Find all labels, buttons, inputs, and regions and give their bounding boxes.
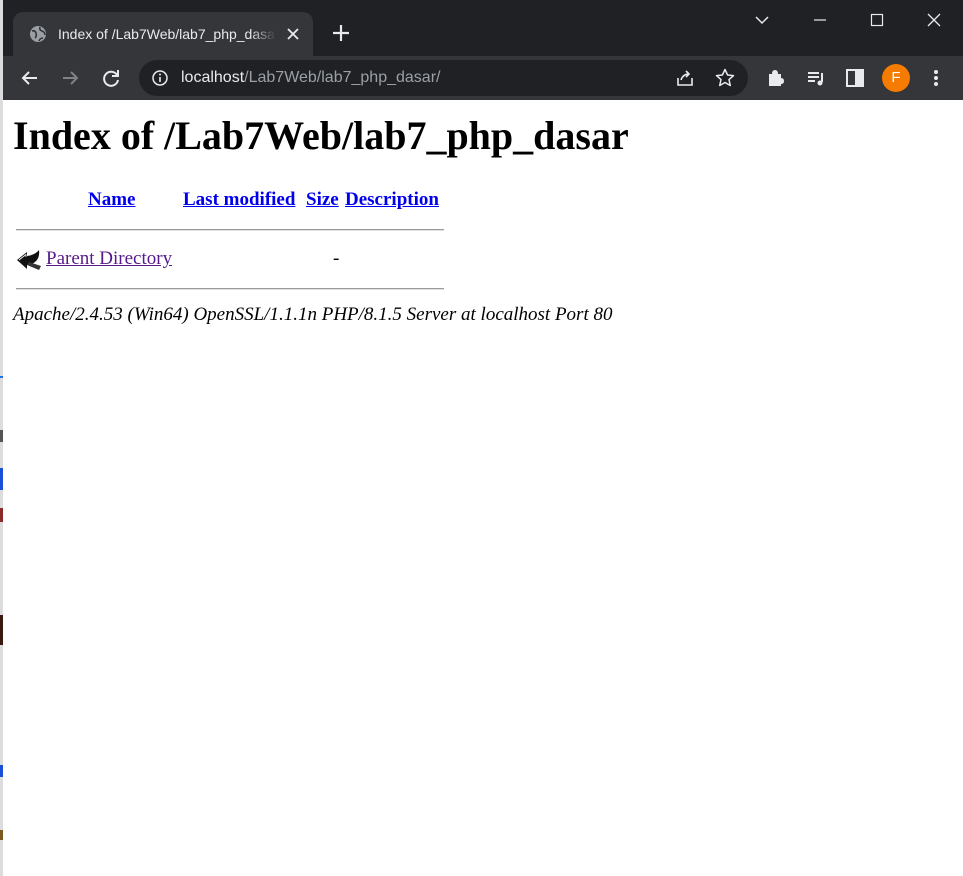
plus-icon[interactable] (328, 20, 354, 46)
server-signature: Apache/2.4.53 (Win64) OpenSSL/1.1.1n PHP… (13, 304, 613, 325)
info-icon[interactable] (151, 69, 169, 87)
close-icon[interactable] (283, 24, 303, 44)
back-arrow-icon[interactable] (16, 64, 44, 92)
share-icon[interactable] (674, 67, 696, 89)
toolbar: localhost/Lab7Web/lab7_php_dasar/ F (3, 56, 963, 100)
forward-arrow-icon[interactable] (56, 64, 84, 92)
window-close-icon[interactable] (920, 6, 948, 34)
kebab-menu-icon[interactable] (922, 64, 950, 92)
star-icon[interactable] (714, 67, 736, 89)
back-icon (17, 250, 41, 270)
globe-icon (30, 26, 46, 42)
media-icon[interactable] (802, 64, 830, 92)
column-header-size[interactable]: Size (306, 188, 339, 212)
title-bar: Index of /Lab7Web/lab7_php_dasar/ (3, 0, 963, 56)
browser-window: Index of /Lab7Web/lab7_php_dasar/ localh… (3, 0, 963, 876)
url-host: localhost (181, 69, 245, 86)
column-header-name[interactable]: Name (88, 188, 135, 212)
column-header-description[interactable]: Description (345, 188, 439, 212)
page-content: Index of /Lab7Web/lab7_php_dasar Name La… (3, 100, 963, 876)
column-header-last-modified[interactable]: Last modified (183, 188, 295, 212)
parent-directory-link[interactable]: Parent Directory (46, 247, 172, 271)
url-text[interactable]: localhost/Lab7Web/lab7_php_dasar/ (181, 68, 440, 88)
table-divider-bottom (16, 288, 444, 290)
profile-avatar[interactable]: F (882, 64, 910, 92)
active-tab[interactable]: Index of /Lab7Web/lab7_php_dasar/ (13, 12, 313, 56)
reload-icon[interactable] (97, 64, 125, 92)
maximize-icon[interactable] (863, 6, 891, 34)
tab-title: Index of /Lab7Web/lab7_php_dasar/ (58, 26, 276, 42)
table-divider-top (16, 229, 444, 231)
chevron-down-icon[interactable] (748, 6, 776, 34)
parent-directory-size: - (333, 248, 340, 269)
minimize-icon[interactable] (806, 6, 834, 34)
url-path: /Lab7Web/lab7_php_dasar/ (244, 69, 441, 86)
page-title: Index of /Lab7Web/lab7_php_dasar (13, 113, 629, 158)
extensions-icon[interactable] (761, 64, 789, 92)
address-bar[interactable]: localhost/Lab7Web/lab7_php_dasar/ (139, 60, 748, 96)
side-panel-icon[interactable] (841, 64, 869, 92)
